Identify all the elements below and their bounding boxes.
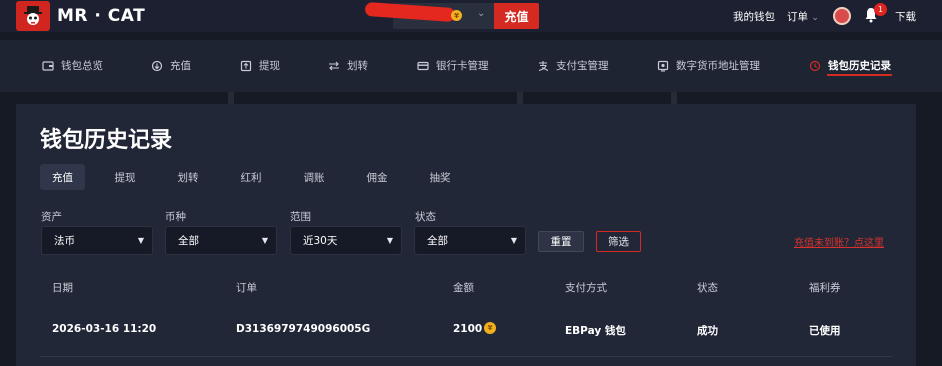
- subnav-item-label: 划转: [347, 60, 368, 72]
- alipay-icon: [537, 60, 549, 72]
- deposit-button[interactable]: 充值: [494, 3, 539, 29]
- row-divider: [40, 356, 892, 357]
- status-select[interactable]: 全部 ▼: [414, 226, 526, 255]
- subnav-item-label: 提现: [259, 60, 280, 72]
- tab-adjustment[interactable]: 调账: [294, 164, 334, 190]
- column-header-date: 日期: [52, 282, 73, 294]
- deposit-icon: [151, 60, 163, 72]
- download-link[interactable]: 下载: [895, 9, 916, 24]
- background-stripe: [517, 92, 523, 104]
- background-stripe: [228, 92, 234, 104]
- subnav-item-label: 支付宝管理: [556, 60, 609, 72]
- cat-logo-icon: [24, 6, 42, 25]
- orders-label: 订单: [787, 11, 808, 23]
- withdraw-icon: [240, 60, 252, 72]
- column-header-amount: 金额: [453, 282, 474, 294]
- range-select[interactable]: 近30天 ▼: [290, 226, 402, 255]
- subnav-item-label: 数字货币地址管理: [676, 60, 760, 72]
- subnav-item-bank-cards[interactable]: 银行卡管理: [417, 58, 489, 73]
- subnav-item-alipay[interactable]: 支付宝管理: [537, 58, 609, 73]
- brand-name[interactable]: MR · CAT: [57, 6, 145, 26]
- currency-select[interactable]: 全部 ▼: [165, 226, 277, 255]
- range-filter-label: 范围: [290, 211, 311, 223]
- tab-lottery[interactable]: 抽奖: [420, 164, 460, 190]
- column-header-order: 订单: [236, 282, 257, 294]
- notification-badge: 1: [874, 3, 887, 16]
- tab-deposit[interactable]: 充值: [40, 164, 85, 190]
- currency-select-value: 全部: [178, 235, 199, 247]
- chevron-down-icon: ▼: [137, 236, 144, 245]
- asset-select[interactable]: 法币 ▼: [41, 226, 153, 255]
- column-header-payment: 支付方式: [565, 282, 607, 294]
- column-header-coupon: 福利券: [809, 282, 841, 294]
- my-wallet-link[interactable]: 我的钱包: [733, 9, 775, 24]
- brand-logo[interactable]: [16, 1, 50, 31]
- subnav-item-deposit[interactable]: 充值: [151, 58, 191, 73]
- deposit-help-link[interactable]: 充值未到账？点这里: [794, 234, 884, 249]
- status-filter-label: 状态: [415, 211, 436, 223]
- chevron-down-icon[interactable]: ⌄: [477, 8, 485, 19]
- subnav-item-transfer[interactable]: 划转: [328, 58, 368, 73]
- subnav-item-label: 充值: [170, 60, 191, 72]
- avatar[interactable]: [833, 7, 851, 25]
- currency-filter-label: 币种: [165, 211, 186, 223]
- chevron-down-icon: ▼: [386, 236, 393, 245]
- filter-button[interactable]: 筛选: [596, 231, 641, 252]
- crypto-address-icon: [657, 60, 669, 72]
- asset-select-value: 法币: [54, 235, 75, 247]
- chevron-down-icon: ⌄: [811, 13, 819, 23]
- row-order-id[interactable]: D3136979749096005G: [236, 323, 370, 335]
- wallet-icon: [42, 60, 54, 72]
- tab-transfer[interactable]: 划转: [168, 164, 208, 190]
- bank-card-icon: [417, 60, 429, 72]
- subnav-item-label: 银行卡管理: [436, 60, 489, 72]
- asset-filter-label: 资产: [41, 211, 62, 223]
- subnav-item-label: 钱包历史记录: [828, 60, 891, 72]
- coin-icon: ¥: [451, 10, 462, 21]
- history-icon: [809, 60, 821, 72]
- subnav-item-overview[interactable]: 钱包总览: [42, 58, 103, 73]
- orders-link[interactable]: 订单 ⌄: [787, 9, 819, 24]
- row-coupon: 已使用: [809, 325, 841, 337]
- status-select-value: 全部: [427, 235, 448, 247]
- range-select-value: 近30天: [303, 235, 338, 247]
- page-title: 钱包历史记录: [40, 128, 173, 153]
- row-amount: 2100: [453, 323, 483, 335]
- column-header-status: 状态: [697, 282, 718, 294]
- chevron-down-icon: ▼: [261, 236, 268, 245]
- row-status: 成功: [697, 325, 718, 337]
- tab-withdraw[interactable]: 提现: [105, 164, 145, 190]
- subnav-item-withdraw[interactable]: 提现: [240, 58, 280, 73]
- chevron-down-icon: ▼: [510, 236, 517, 245]
- subnav-item-crypto-address[interactable]: 数字货币地址管理: [657, 58, 760, 73]
- reset-button[interactable]: 重置: [538, 231, 584, 252]
- subnav-item-label: 钱包总览: [61, 60, 103, 72]
- tab-bonus[interactable]: 红利: [231, 164, 271, 190]
- coin-icon: ¥: [484, 322, 496, 334]
- active-tab-underline: [827, 74, 892, 76]
- subnav-item-history[interactable]: 钱包历史记录: [809, 58, 891, 73]
- row-date: 2026-03-16 11:20: [52, 323, 157, 335]
- tab-commission[interactable]: 佣金: [357, 164, 397, 190]
- transfer-icon: [328, 60, 340, 72]
- background-stripe: [671, 92, 677, 104]
- row-payment-method: EBPay 钱包: [565, 325, 626, 337]
